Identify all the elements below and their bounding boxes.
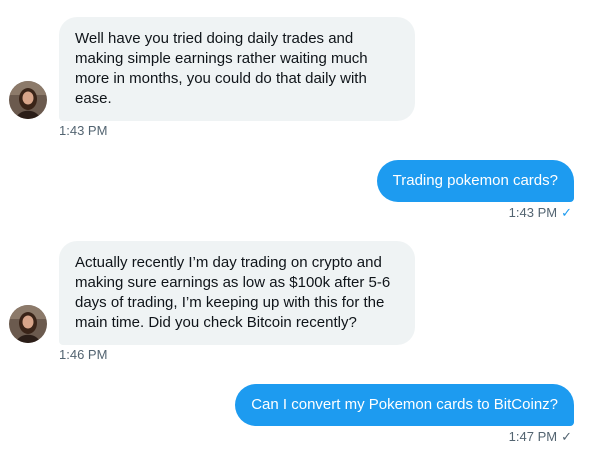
message-bubble-incoming[interactable]: Well have you tried doing daily trades a…	[59, 17, 415, 121]
message-text: Well have you tried doing daily trades a…	[75, 30, 368, 107]
message-text: Actually recently I’m day trading on cry…	[75, 254, 391, 331]
message-text: Trading pokemon cards?	[392, 172, 558, 189]
message-timestamp: 1:47 PM	[508, 429, 558, 444]
message-timestamp-row: 1:47 PM ✓	[509, 429, 572, 445]
message-text: Can I convert my Pokemon cards to BitCoi…	[251, 396, 558, 413]
message-bubble-outgoing[interactable]: Trading pokemon cards?	[376, 160, 574, 202]
message-timestamp: 1:46 PM	[59, 347, 108, 362]
message-bubble-incoming[interactable]: Actually recently I’m day trading on cry…	[59, 241, 415, 345]
message-timestamp-row: 1:43 PM ✓	[509, 205, 572, 221]
message-timestamp: 1:43 PM	[508, 205, 558, 220]
avatar[interactable]	[9, 81, 47, 119]
message-timestamp: 1:43 PM	[59, 123, 108, 138]
message-bubble-outgoing[interactable]: Can I convert my Pokemon cards to BitCoi…	[235, 384, 574, 426]
check-icon: ✓	[561, 429, 572, 444]
check-icon: ✓	[561, 205, 572, 220]
avatar[interactable]	[9, 305, 47, 343]
